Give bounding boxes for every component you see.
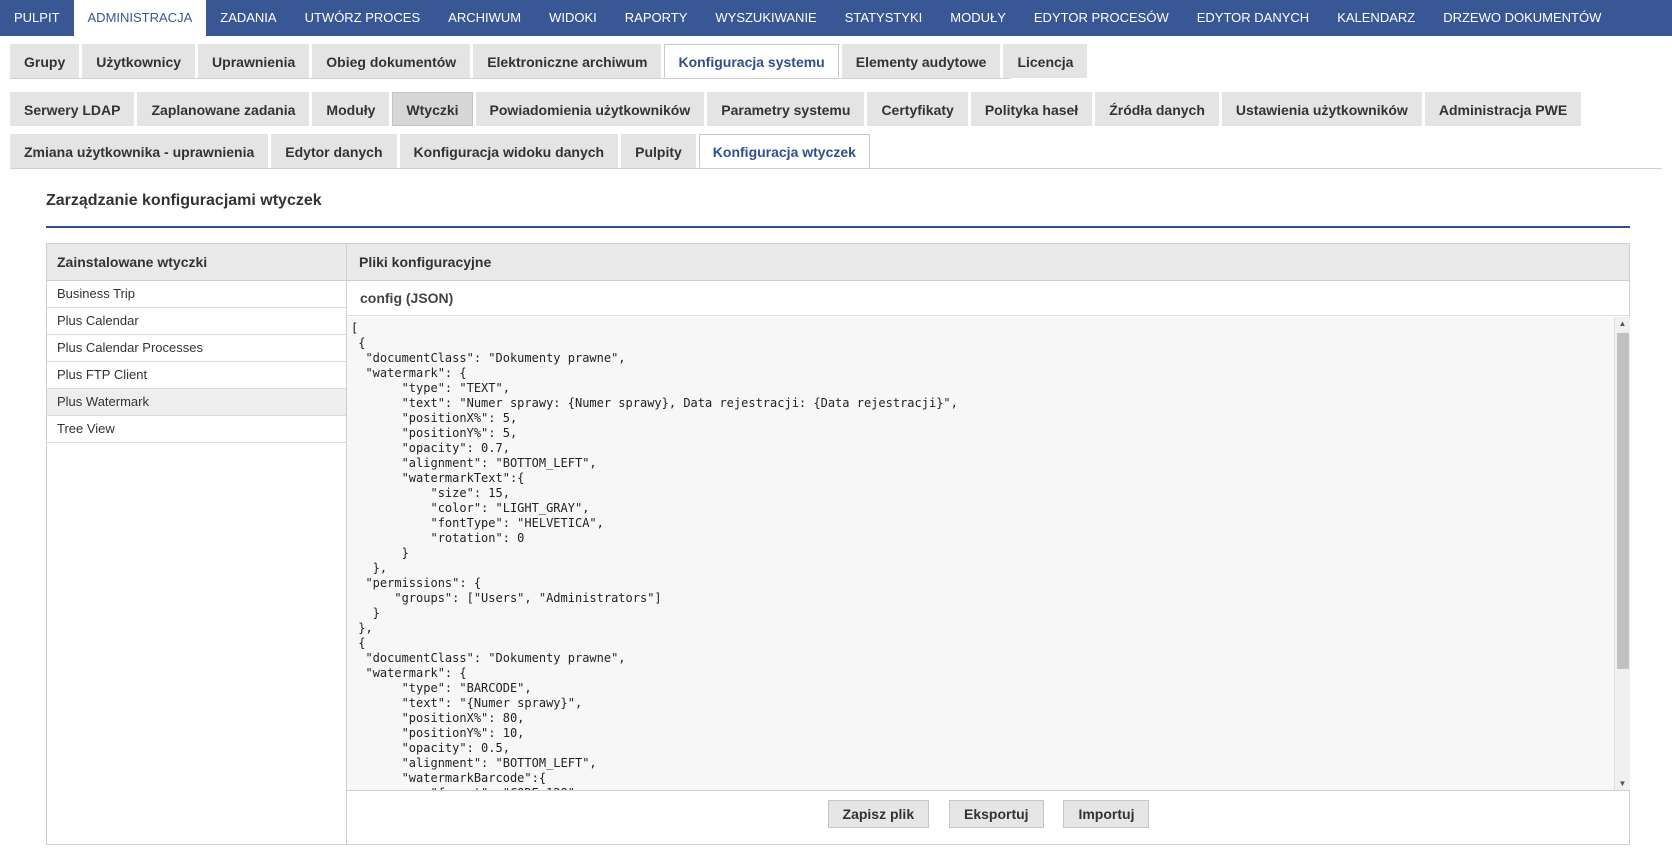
- tab-konfiguracja-wtyczek[interactable]: Konfiguracja wtyczek: [698, 134, 870, 168]
- config-files-header: Pliki konfiguracyjne: [347, 244, 1629, 281]
- admin-tabs: Grupy Użytkownicy Uprawnienia Obieg dokumen…: [10, 44, 1090, 78]
- nav-raporty[interactable]: RAPORTY: [611, 0, 702, 36]
- plugin-item-tree-view[interactable]: Tree View: [47, 416, 346, 443]
- nav-pulpit[interactable]: PULPIT: [0, 0, 74, 36]
- tab-uzytkownicy[interactable]: Użytkownicy: [82, 44, 196, 78]
- save-file-button[interactable]: Zapisz plik: [827, 800, 930, 828]
- nav-administracja[interactable]: ADMINISTRACJA: [73, 0, 207, 36]
- tab-moduly[interactable]: Moduły: [312, 92, 390, 126]
- tab-administracja-pwe[interactable]: Administracja PWE: [1424, 92, 1582, 126]
- page-title: Zarządzanie konfiguracjami wtyczek: [46, 192, 322, 209]
- nav-moduly[interactable]: MODUŁY: [936, 0, 1020, 36]
- tab-konfiguracja-widoku-danych[interactable]: Konfiguracja widoku danych: [399, 134, 619, 168]
- tab-certyfikaty[interactable]: Certyfikaty: [867, 92, 968, 126]
- tab-uprawnienia[interactable]: Uprawnienia: [198, 44, 310, 78]
- nav-edytor-procesow[interactable]: EDYTOR PROCESÓW: [1020, 0, 1183, 36]
- top-navigation: PULPIT ADMINISTRACJA ZADANIA UTWÓRZ PROCES A…: [0, 0, 1672, 36]
- nav-archiwum[interactable]: ARCHIWUM: [434, 0, 535, 36]
- tab-edytor-danych[interactable]: Edytor danych: [271, 134, 397, 168]
- tab-konfiguracja-systemu[interactable]: Konfiguracja systemu: [664, 44, 839, 78]
- system-config-tabs-secondary: Zmiana użytkownika - uprawnienia Edytor d…: [10, 134, 873, 168]
- installed-plugins-header: Zainstalowane wtyczki: [47, 244, 346, 281]
- scroll-up-icon[interactable]: ▲: [1615, 317, 1630, 331]
- tab-licencja[interactable]: Licencja: [1003, 44, 1088, 78]
- tab-serwery-ldap[interactable]: Serwery LDAP: [10, 92, 135, 126]
- system-config-tabs: Serwery LDAP Zaplanowane zadania Moduły Wty…: [10, 92, 1584, 126]
- nav-drzewo-dokumentow[interactable]: DRZEWO DOKUMENTÓW: [1429, 0, 1615, 36]
- plugin-list: Business Trip Plus Calendar Plus Calendar …: [47, 281, 346, 443]
- nav-widoki[interactable]: WIDOKI: [535, 0, 611, 36]
- title-underline: [46, 226, 1630, 228]
- plugin-item-business-trip[interactable]: Business Trip: [47, 281, 346, 308]
- tab-elektroniczne-archiwum[interactable]: Elektroniczne archiwum: [473, 44, 662, 78]
- tab-parametry-systemu[interactable]: Parametry systemu: [707, 92, 865, 126]
- tab-elementy-audytowe[interactable]: Elementy audytowe: [841, 44, 1001, 78]
- editor-scrollbar[interactable]: ▲ ▼: [1614, 317, 1630, 790]
- plugin-item-plus-calendar-processes[interactable]: Plus Calendar Processes: [47, 335, 346, 362]
- tab-wtyczki[interactable]: Wtyczki: [392, 92, 473, 126]
- export-button[interactable]: Eksportuj: [949, 800, 1044, 828]
- scrollbar-thumb[interactable]: [1617, 333, 1629, 669]
- nav-edytor-danych[interactable]: EDYTOR DANYCH: [1183, 0, 1323, 36]
- plugin-item-plus-watermark[interactable]: Plus Watermark: [47, 389, 346, 416]
- nav-zadania[interactable]: ZADANIA: [206, 0, 290, 36]
- tab-pulpity[interactable]: Pulpity: [621, 134, 696, 168]
- tab-zaplanowane-zadania[interactable]: Zaplanowane zadania: [137, 92, 310, 126]
- config-json-text[interactable]: [ { "documentClass": "Dokumenty prawne",…: [351, 321, 958, 790]
- nav-kalendarz[interactable]: KALENDARZ: [1323, 0, 1429, 36]
- plugin-item-plus-ftp-client[interactable]: Plus FTP Client: [47, 362, 346, 389]
- plugin-item-plus-calendar[interactable]: Plus Calendar: [47, 308, 346, 335]
- tab-obieg-dokumentow[interactable]: Obieg dokumentów: [312, 44, 471, 78]
- action-buttons: Zapisz plik Eksportuj Importuj: [347, 800, 1630, 830]
- nav-wyszukiwanie[interactable]: WYSZUKIWANIE: [701, 0, 830, 36]
- nav-utworz-proces[interactable]: UTWÓRZ PROCES: [291, 0, 435, 36]
- nav-statystyki[interactable]: STATYSTYKI: [831, 0, 937, 36]
- tab-zrodla-danych[interactable]: Źródła danych: [1095, 92, 1219, 126]
- config-files-panel: Pliki konfiguracyjne config (JSON) [ { "…: [347, 243, 1630, 845]
- import-button[interactable]: Importuj: [1063, 800, 1150, 828]
- tab-powiadomienia-uzytkownikow[interactable]: Powiadomienia użytkowników: [475, 92, 705, 126]
- installed-plugins-panel: Zainstalowane wtyczki Business Trip Plus …: [46, 243, 347, 845]
- scroll-down-icon[interactable]: ▼: [1615, 777, 1630, 790]
- tab-zmiana-uzytkownika-uprawnienia[interactable]: Zmiana użytkownika - uprawnienia: [10, 134, 269, 168]
- tab-row-divider: [10, 78, 1010, 79]
- tab-polityka-hasel[interactable]: Polityka haseł: [970, 92, 1093, 126]
- config-file-label: config (JSON): [347, 281, 1629, 316]
- tab-ustawienia-uzytkownikow[interactable]: Ustawienia użytkowników: [1221, 92, 1422, 126]
- tab-grupy[interactable]: Grupy: [10, 44, 80, 78]
- config-editor[interactable]: [ { "documentClass": "Dokumenty prawne",…: [347, 317, 1630, 791]
- tab-row-divider: [10, 168, 1662, 169]
